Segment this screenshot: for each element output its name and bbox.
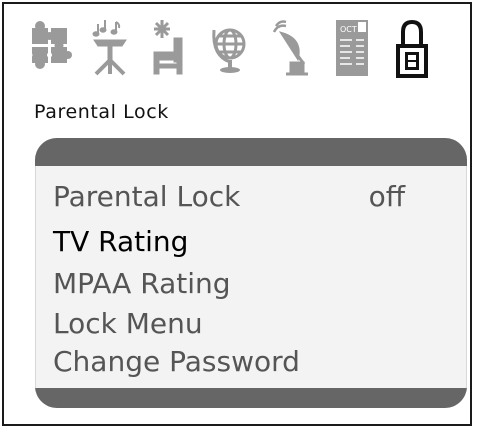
menu-item-lock-menu[interactable]: Lock Menu (53, 307, 203, 341)
music-stand-icon[interactable] (88, 16, 132, 82)
menu-item-parental-lock[interactable]: Parental Lock (53, 180, 240, 214)
parental-lock-value: off (368, 180, 405, 213)
menu-bottom-bar (35, 388, 467, 408)
menu-panel: Parental Lock off TV Rating MPAA Rating … (35, 138, 467, 408)
document-icon[interactable]: OCT (330, 16, 374, 82)
padlock-icon[interactable] (390, 16, 434, 82)
satellite-dish-icon[interactable] (268, 16, 312, 82)
puzzle-icon[interactable] (28, 16, 72, 82)
menu-item-change-password[interactable]: Change Password (53, 345, 300, 379)
icon-menu-bar: OCT (14, 12, 460, 84)
menu-item-tv-rating[interactable]: TV Rating (53, 225, 188, 259)
page-title: Parental Lock (34, 101, 169, 123)
globe-icon[interactable] (208, 16, 252, 82)
document-icon-label: OCT (340, 25, 357, 34)
menu-top-bar (35, 138, 467, 166)
chair-settings-icon[interactable] (148, 16, 192, 82)
osd-frame: OCT Parental Lock Parental Lock off TV R… (2, 2, 472, 426)
menu-item-mpaa-rating[interactable]: MPAA Rating (53, 267, 231, 301)
